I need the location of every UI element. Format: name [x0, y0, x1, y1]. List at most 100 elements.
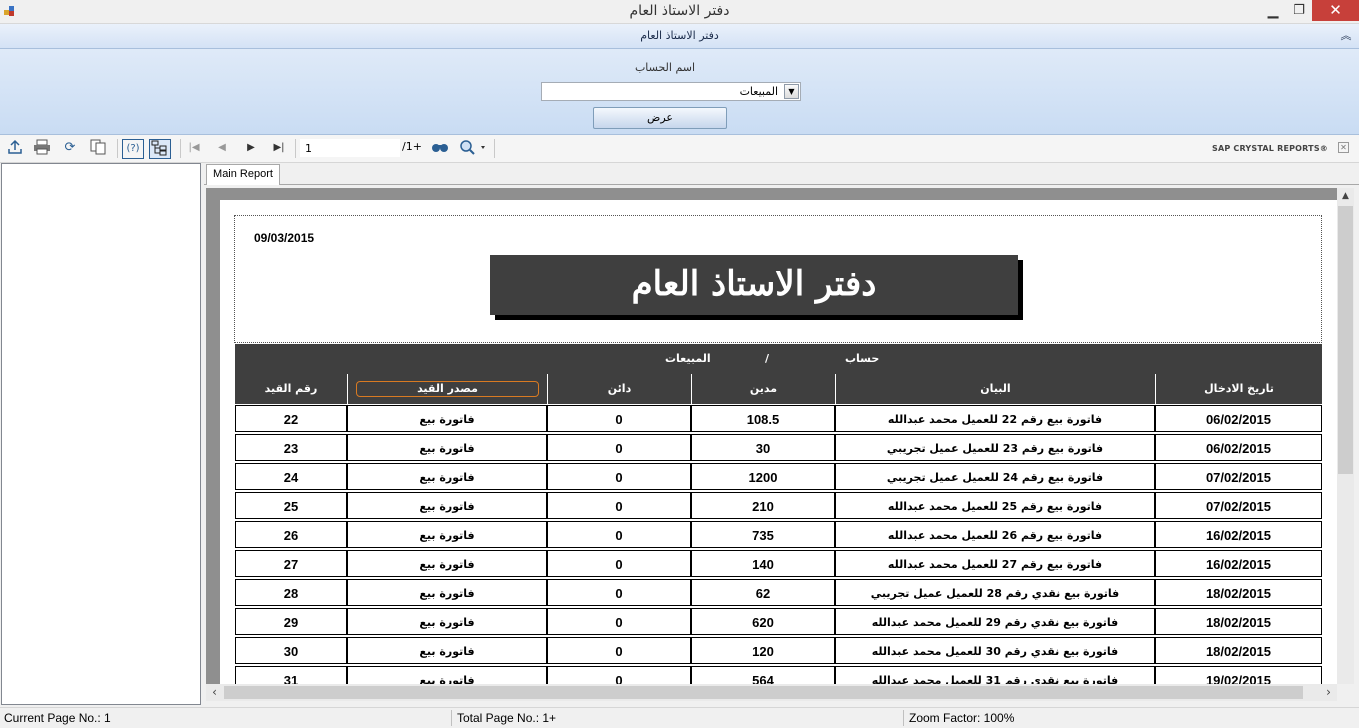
cell-credit: 0 [547, 405, 691, 432]
maximize-button[interactable]: ❐ [1288, 0, 1310, 22]
cell-statement: فاتورة بيع نقدي رقم 29 للعميل محمد عبدال… [835, 608, 1155, 635]
table-row: 29 فاتورة بيع 0 620 فاتورة بيع نقدي رقم … [235, 607, 1322, 636]
cell-credit: 0 [547, 434, 691, 461]
group-tree-toggle-icon[interactable] [149, 139, 171, 159]
group-title: دفتر الاستاذ العام [640, 29, 719, 42]
print-icon[interactable] [32, 139, 52, 157]
collapse-icon[interactable]: ︽ [1339, 27, 1353, 43]
cell-statement: فاتورة بيع نقدي رقم 31 للعميل محمد عبدال… [835, 666, 1155, 684]
cell-statement: فاتورة بيع رقم 25 للعميل محمد عبدالله [835, 492, 1155, 519]
sap-crystal-reports-brand: SAP CRYSTAL REPORTS® [1212, 144, 1328, 153]
cell-debit: 120 [691, 637, 835, 664]
cell-entry-date: 07/02/2015 [1155, 463, 1322, 490]
cell-credit: 0 [547, 492, 691, 519]
cell-entry-number: 22 [235, 405, 347, 432]
scroll-up-icon[interactable]: ▲ [1337, 188, 1354, 205]
cell-entry-number: 28 [235, 579, 347, 606]
header-entry-source-label: مصدر القيد [356, 381, 539, 397]
table-row: 27 فاتورة بيع 0 140 فاتورة بيع رقم 27 لل… [235, 549, 1322, 578]
chevron-down-icon[interactable]: ▼ [784, 84, 799, 99]
cell-entry-date: 19/02/2015 [1155, 666, 1322, 684]
first-page-icon[interactable]: |◀ [184, 139, 204, 157]
report-toolbar: ⟳ (?) |◀ ◀ ▶ ▶| 1 /1+ SAP CRYSTAL REPORT… [0, 135, 1359, 163]
total-page-status: Total Page No.: 1+ [457, 711, 557, 725]
header-entry-date: تاريخ الادخال [1155, 374, 1322, 404]
cell-entry-number: 23 [235, 434, 347, 461]
cell-debit: 108.5 [691, 405, 835, 432]
cell-statement: فاتورة بيع رقم 24 للعميل عميل تجريبي [835, 463, 1155, 490]
cell-debit: 210 [691, 492, 835, 519]
tab-main-report[interactable]: Main Report [206, 164, 280, 185]
close-icon[interactable]: ✕ [1338, 142, 1349, 153]
status-bar: Current Page No.: 1 Total Page No.: 1+ Z… [0, 707, 1359, 728]
cell-credit: 0 [547, 579, 691, 606]
table-row: 26 فاتورة بيع 0 735 فاتورة بيع رقم 26 لل… [235, 520, 1322, 549]
refresh-icon[interactable]: ⟳ [60, 139, 80, 157]
minimize-button[interactable]: ▁ [1258, 0, 1288, 22]
scroll-left-icon[interactable]: ‹ [206, 684, 223, 701]
horizontal-scrollbar[interactable]: ‹ › [206, 684, 1337, 701]
parameter-group-header: دفتر الاستاذ العام ︽ [0, 24, 1359, 49]
vertical-scrollbar[interactable]: ▲ [1337, 188, 1354, 684]
group-tree-panel[interactable] [1, 163, 201, 705]
cell-statement: فاتورة بيع رقم 22 للعميل محمد عبدالله [835, 405, 1155, 432]
account-band-value: المبيعات [665, 352, 711, 365]
cell-entry-number: 27 [235, 550, 347, 577]
cell-entry-date: 16/02/2015 [1155, 521, 1322, 548]
header-credit: دائن [547, 374, 691, 404]
cell-debit: 30 [691, 434, 835, 461]
previous-page-icon[interactable]: ◀ [212, 139, 232, 157]
cell-entry-number: 26 [235, 521, 347, 548]
cell-credit: 0 [547, 521, 691, 548]
cell-entry-source: فاتورة بيع [347, 434, 547, 461]
show-button[interactable]: عرض [593, 107, 727, 129]
help-icon[interactable]: (?) [122, 139, 144, 159]
copy-icon[interactable] [88, 139, 108, 157]
cell-entry-number: 29 [235, 608, 347, 635]
cell-entry-source: فاتورة بيع [347, 608, 547, 635]
report-date: 09/03/2015 [254, 231, 315, 245]
cell-entry-date: 06/02/2015 [1155, 434, 1322, 461]
header-debit: مدين [691, 374, 835, 404]
export-icon[interactable] [5, 139, 25, 157]
cell-credit: 0 [547, 637, 691, 664]
account-band-separator: / [765, 352, 770, 365]
cell-debit: 140 [691, 550, 835, 577]
cell-debit: 564 [691, 666, 835, 684]
table-row: 24 فاتورة بيع 0 1200 فاتورة بيع رقم 24 ل… [235, 462, 1322, 491]
close-button[interactable]: ✕ [1312, 0, 1359, 21]
account-label: اسم الحساب [634, 61, 696, 74]
account-select[interactable]: المبيعات ▼ [541, 82, 801, 101]
account-band: حساب / المبيعات [235, 344, 1322, 374]
report-title: دفتر الاستاذ العام [490, 255, 1018, 315]
zoom-factor-status: Zoom Factor: 100% [909, 711, 1015, 725]
cell-debit: 1200 [691, 463, 835, 490]
cell-entry-source: فاتورة بيع [347, 463, 547, 490]
cell-credit: 0 [547, 666, 691, 684]
column-header-row: رقم القيد مصدر القيد دائن مدين البيان تا… [235, 374, 1322, 404]
horizontal-scroll-thumb[interactable] [224, 686, 1303, 699]
cell-statement: فاتورة بيع نقدي رقم 30 للعميل محمد عبدال… [835, 637, 1155, 664]
zoom-icon[interactable] [458, 139, 488, 157]
cell-credit: 0 [547, 608, 691, 635]
last-page-icon[interactable]: ▶| [269, 139, 289, 157]
parameter-panel: اسم الحساب المبيعات ▼ عرض [0, 49, 1359, 135]
table-row: 31 فاتورة بيع 0 564 فاتورة بيع نقدي رقم … [235, 665, 1322, 684]
cell-entry-date: 16/02/2015 [1155, 550, 1322, 577]
cell-entry-number: 25 [235, 492, 347, 519]
title-bar: دفتر الاستاذ العام ▁ ❐ ✕ [0, 0, 1359, 24]
page-number-input[interactable]: 1 [300, 139, 400, 157]
vertical-scroll-thumb[interactable] [1338, 206, 1353, 474]
table-row: 30 فاتورة بيع 0 120 فاتورة بيع نقدي رقم … [235, 636, 1322, 665]
header-statement: البيان [835, 374, 1155, 404]
current-page-status: Current Page No.: 1 [4, 711, 111, 725]
report-page: 09/03/2015 دفتر الاستاذ العام حساب / الم… [220, 200, 1337, 684]
account-select-value: المبيعات [739, 85, 778, 98]
cell-entry-source: فاتورة بيع [347, 550, 547, 577]
find-icon[interactable] [430, 139, 450, 157]
next-page-icon[interactable]: ▶ [241, 139, 261, 157]
scroll-right-icon[interactable]: › [1320, 684, 1337, 701]
table-row: 22 فاتورة بيع 0 108.5 فاتورة بيع رقم 22 … [235, 404, 1322, 433]
cell-entry-date: 18/02/2015 [1155, 637, 1322, 664]
cell-entry-date: 18/02/2015 [1155, 579, 1322, 606]
